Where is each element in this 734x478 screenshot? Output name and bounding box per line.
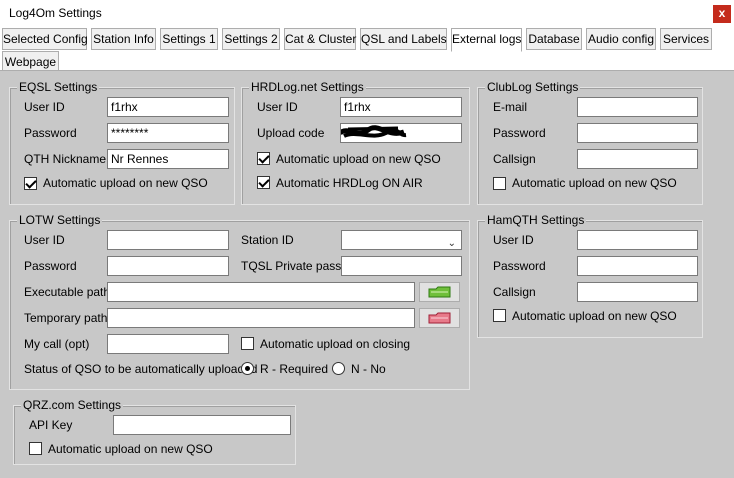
lotw-mycall-input[interactable] — [107, 334, 229, 354]
hamqth-user-id-input[interactable] — [577, 230, 698, 250]
clublog-callsign-input[interactable] — [577, 149, 698, 169]
tab-database[interactable]: Database — [526, 28, 582, 50]
lotw-tqsl-label: TQSL Private pass — [241, 259, 342, 273]
tab-strip: Selected Config Station Info Settings 1 … — [0, 26, 734, 73]
close-button[interactable]: x — [713, 5, 731, 23]
eqsl-password-input[interactable]: ******** — [107, 123, 229, 143]
green-folder-icon — [428, 286, 451, 298]
eqsl-qth-label: QTH Nickname — [24, 152, 107, 166]
hamqth-password-input[interactable] — [577, 256, 698, 276]
lotw-status-no-radio[interactable] — [332, 362, 345, 375]
qrz-settings-group: QRZ.com Settings — [13, 398, 296, 465]
clublog-callsign-label: Callsign — [493, 152, 536, 166]
hamqth-callsign-label: Callsign — [493, 285, 536, 299]
hrdlog-user-id-label: User ID — [257, 100, 298, 114]
clublog-auto-checkbox[interactable] — [493, 177, 506, 190]
clublog-password-input[interactable] — [577, 123, 698, 143]
eqsl-password-label: Password — [24, 126, 77, 140]
lotw-status-no-label: N - No — [351, 362, 386, 376]
eqsl-user-id-input[interactable]: f1rhx — [107, 97, 229, 117]
qrz-api-key-label: API Key — [29, 418, 73, 432]
clublog-email-input[interactable] — [577, 97, 698, 117]
eqsl-auto-checkbox[interactable] — [24, 177, 37, 190]
qrz-legend: QRZ.com Settings — [21, 398, 124, 412]
tab-cat-cluster[interactable]: Cat & Cluster — [284, 28, 356, 50]
tab-selected-config[interactable]: Selected Config — [2, 28, 88, 50]
lotw-tqsl-input[interactable] — [341, 256, 462, 276]
hamqth-password-label: Password — [493, 259, 546, 273]
eqsl-qth-input[interactable]: Nr Rennes — [107, 149, 229, 169]
hrdlog-auto-label: Automatic upload on new QSO — [276, 152, 441, 166]
hrdlog-upload-code-label: Upload code — [257, 126, 325, 140]
lotw-password-label: Password — [24, 259, 77, 273]
tab-qsl-labels[interactable]: QSL and Labels — [360, 28, 447, 50]
hrdlog-onair-checkbox[interactable] — [257, 176, 270, 189]
hamqth-auto-checkbox[interactable] — [493, 309, 506, 322]
clublog-email-label: E-mail — [493, 100, 528, 114]
tab-settings-2[interactable]: Settings 2 — [222, 28, 280, 50]
hamqth-user-id-label: User ID — [493, 233, 534, 247]
lotw-status-required-label: R - Required — [260, 362, 329, 376]
qrz-auto-label: Automatic upload on new QSO — [48, 442, 213, 456]
title-bar: Log4Om Settings x — [0, 0, 734, 26]
lotw-temp-input[interactable] — [107, 308, 415, 328]
lotw-auto-close-label: Automatic upload on closing — [260, 337, 411, 351]
lotw-exe-browse-button[interactable] — [419, 282, 460, 302]
lotw-temp-label: Temporary path — [24, 311, 108, 325]
window-title: Log4Om Settings — [9, 6, 102, 20]
hrdlog-legend: HRDLog.net Settings — [249, 80, 366, 94]
tab-settings-1[interactable]: Settings 1 — [160, 28, 218, 50]
chevron-down-icon[interactable]: ⌄ — [448, 235, 456, 249]
lotw-legend: LOTW Settings — [17, 213, 103, 227]
qrz-auto-checkbox[interactable] — [29, 442, 42, 455]
eqsl-user-id-label: User ID — [24, 100, 65, 114]
hrdlog-auto-checkbox[interactable] — [257, 152, 270, 165]
lotw-mycall-label: My call (opt) — [24, 337, 90, 351]
lotw-status-required-radio[interactable] — [241, 362, 254, 375]
lotw-station-id-label: Station ID — [241, 233, 294, 247]
tab-services[interactable]: Services — [660, 28, 712, 50]
clublog-legend: ClubLog Settings — [485, 80, 581, 94]
hamqth-callsign-input[interactable] — [577, 282, 698, 302]
eqsl-legend: EQSL Settings — [17, 80, 100, 94]
clublog-auto-label: Automatic upload on new QSO — [512, 176, 677, 190]
lotw-auto-close-checkbox[interactable] — [241, 337, 254, 350]
lotw-status-label: Status of QSO to be automatically upload… — [24, 362, 258, 376]
tab-external-logs[interactable]: External logs — [451, 28, 522, 52]
lotw-user-id-label: User ID — [24, 233, 65, 247]
hamqth-legend: HamQTH Settings — [485, 213, 587, 227]
lotw-temp-browse-button[interactable] — [419, 308, 460, 328]
hrdlog-upload-code-input[interactable] — [340, 123, 462, 143]
tab-audio-config[interactable]: Audio config — [586, 28, 656, 50]
lotw-station-id-select[interactable]: ⌄ — [341, 230, 462, 250]
lotw-exe-label: Executable path — [24, 285, 111, 299]
tab-station-info[interactable]: Station Info — [91, 28, 156, 50]
eqsl-auto-label: Automatic upload on new QSO — [43, 176, 208, 190]
qrz-api-key-input[interactable] — [113, 415, 291, 435]
clublog-password-label: Password — [493, 126, 546, 140]
hrdlog-user-id-input[interactable]: f1rhx — [340, 97, 462, 117]
lotw-password-input[interactable] — [107, 256, 229, 276]
hamqth-auto-label: Automatic upload on new QSO — [512, 309, 677, 323]
red-folder-icon — [428, 312, 451, 324]
redacted-scribble-icon — [341, 125, 407, 138]
hrdlog-onair-label: Automatic HRDLog ON AIR — [276, 176, 423, 190]
lotw-user-id-input[interactable] — [107, 230, 229, 250]
lotw-exe-input[interactable] — [107, 282, 415, 302]
